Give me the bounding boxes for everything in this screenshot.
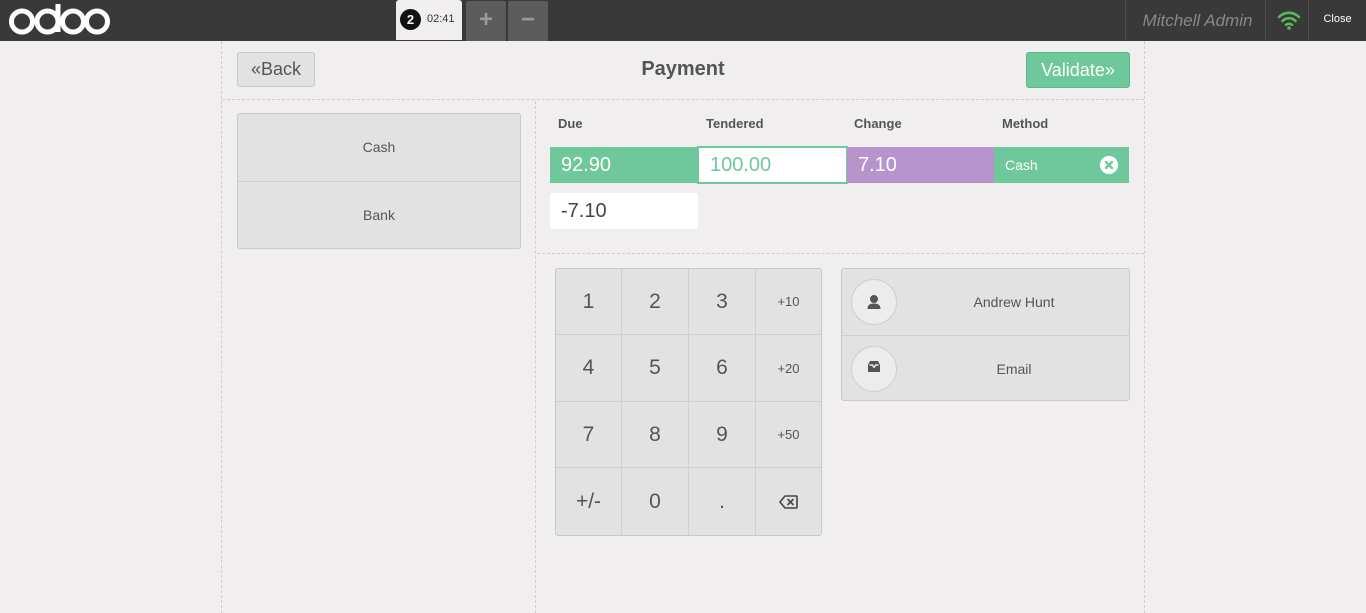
email-receipt-button[interactable]: Email: [842, 335, 1129, 401]
payment-method-cash[interactable]: Cash: [238, 114, 520, 181]
numpad-key-2[interactable]: 2: [622, 269, 689, 335]
topbar-divider: [1265, 0, 1266, 41]
back-button[interactable]: «Back: [237, 52, 315, 87]
numpad-key-4[interactable]: 4: [556, 335, 622, 402]
payment-screen: Payment «Back Validate» Cash Bank Due Te…: [221, 41, 1145, 613]
user-icon: [867, 295, 881, 309]
page-title: Payment: [641, 58, 725, 80]
method-header: Method: [1002, 116, 1049, 131]
topbar-divider: [1125, 0, 1126, 41]
order-number-badge: 2: [400, 9, 421, 30]
double-chevron-right-icon: »: [1104, 60, 1115, 80]
numpad: 1 2 3 +10 4 5 6 +20 7 8 9 +50 +/- 0 .: [555, 268, 822, 536]
set-customer-button[interactable]: Andrew Hunt: [842, 269, 1129, 335]
close-circle-icon[interactable]: [1100, 156, 1118, 174]
numpad-key-plus20[interactable]: +20: [756, 335, 821, 402]
inbox-icon: [868, 361, 880, 372]
odoo-logo: [9, 4, 110, 35]
remaining-amount: -7.10: [550, 193, 698, 229]
customer-name: Andrew Hunt: [973, 294, 1055, 310]
user-name[interactable]: Mitchell Admin: [1130, 0, 1265, 41]
payment-methods-panel: Cash Bank: [222, 101, 536, 613]
numpad-key-dot[interactable]: .: [689, 468, 756, 535]
double-chevron-left-icon: «: [250, 59, 261, 79]
top-bar: 2 02:41 + − Mitchell Admin Close: [0, 0, 1366, 41]
numpad-key-3[interactable]: 3: [689, 269, 756, 335]
close-button[interactable]: Close: [1309, 0, 1366, 41]
numpad-key-backspace[interactable]: [756, 468, 821, 535]
numpad-key-0[interactable]: 0: [622, 468, 689, 535]
numpad-key-9[interactable]: 9: [689, 402, 756, 468]
numpad-key-1[interactable]: 1: [556, 269, 622, 335]
validate-button-label: Validate: [1041, 60, 1105, 80]
order-time: 02:41: [427, 13, 455, 25]
numpad-key-plus50[interactable]: +50: [756, 402, 821, 468]
numpad-key-6[interactable]: 6: [689, 335, 756, 402]
numpad-key-sign[interactable]: +/-: [556, 468, 622, 535]
line-method-label: Cash: [1005, 157, 1038, 173]
change-amount[interactable]: 7.10: [847, 147, 995, 183]
payment-lines: Due Tendered Change Method 92.90 100.00 …: [537, 101, 1144, 254]
payment-method-list: Cash Bank: [237, 113, 521, 249]
numpad-key-7[interactable]: 7: [556, 402, 622, 468]
tendered-header: Tendered: [706, 116, 764, 131]
numpad-key-plus10[interactable]: +10: [756, 269, 821, 335]
remove-order-button[interactable]: −: [508, 1, 548, 41]
due-amount[interactable]: 92.90: [550, 147, 698, 183]
numpad-key-5[interactable]: 5: [622, 335, 689, 402]
screen-header: Payment «Back Validate»: [222, 41, 1144, 100]
validate-button[interactable]: Validate»: [1026, 52, 1130, 88]
change-header: Change: [854, 116, 902, 131]
add-order-button[interactable]: +: [466, 1, 506, 41]
line-method[interactable]: Cash: [994, 147, 1129, 183]
email-label: Email: [996, 361, 1032, 377]
due-header: Due: [558, 116, 583, 131]
customer-icon-circle: [851, 279, 897, 325]
backspace-icon: [779, 494, 798, 509]
wifi-icon: [1277, 11, 1301, 30]
email-icon-circle: [851, 346, 897, 392]
tendered-amount[interactable]: 100.00: [697, 146, 848, 184]
numpad-key-8[interactable]: 8: [622, 402, 689, 468]
order-tab[interactable]: 2 02:41: [396, 0, 462, 40]
payment-method-bank[interactable]: Bank: [238, 181, 520, 248]
customer-email-panel: Andrew Hunt Email: [841, 268, 1130, 401]
back-button-label: Back: [260, 59, 302, 79]
